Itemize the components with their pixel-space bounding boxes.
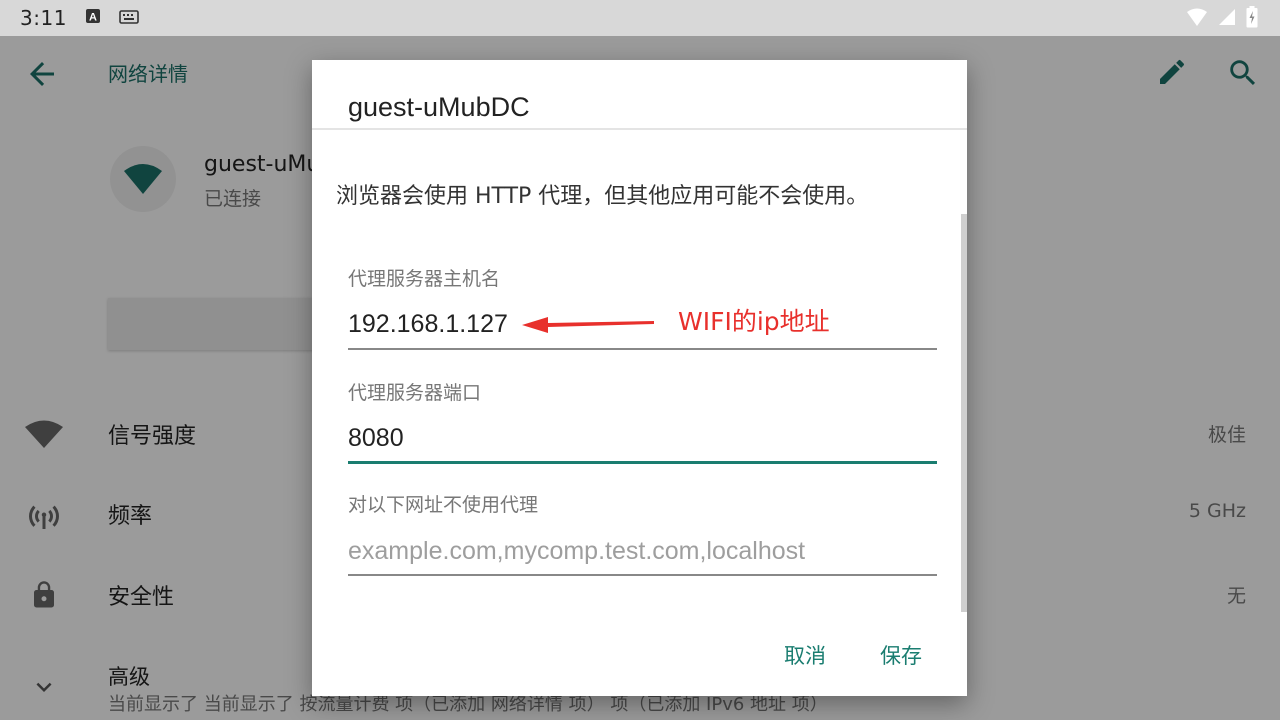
port-underline: [348, 461, 937, 464]
svg-text:A: A: [89, 12, 97, 24]
proxy-dialog: guest-uMubDC 浏览器会使用 HTTP 代理，但其他应用可能不会使用。…: [312, 60, 967, 696]
host-input[interactable]: 192.168.1.127: [348, 310, 508, 339]
dialog-message: 浏览器会使用 HTTP 代理，但其他应用可能不会使用。: [336, 184, 869, 209]
keyboard-icon: [119, 9, 139, 28]
wifi-icon: [1186, 7, 1208, 31]
cancel-button[interactable]: 取消: [784, 640, 826, 670]
status-bar: 3:11 A: [0, 0, 1280, 36]
battery-icon: [1246, 6, 1258, 32]
bypass-underline: [348, 574, 937, 576]
cell-signal-icon: [1218, 8, 1236, 30]
dialog-title: guest-uMubDC: [348, 92, 530, 122]
font-a-icon: A: [85, 8, 101, 28]
dialog-scrollbar[interactable]: [961, 214, 967, 612]
host-label: 代理服务器主机名: [348, 268, 501, 290]
status-time: 3:11: [20, 6, 67, 30]
port-label: 代理服务器端口: [348, 382, 482, 404]
bypass-label: 对以下网址不使用代理: [348, 494, 539, 516]
annotation-label: WIFI的ip地址: [678, 307, 830, 336]
annotation-arrow: [522, 317, 654, 333]
port-input[interactable]: 8080: [348, 424, 404, 453]
bypass-input[interactable]: example.com,mycomp.test.com,localhost: [348, 537, 805, 566]
dialog-divider: [312, 128, 967, 130]
host-underline: [348, 348, 937, 350]
save-button[interactable]: 保存: [880, 640, 922, 670]
